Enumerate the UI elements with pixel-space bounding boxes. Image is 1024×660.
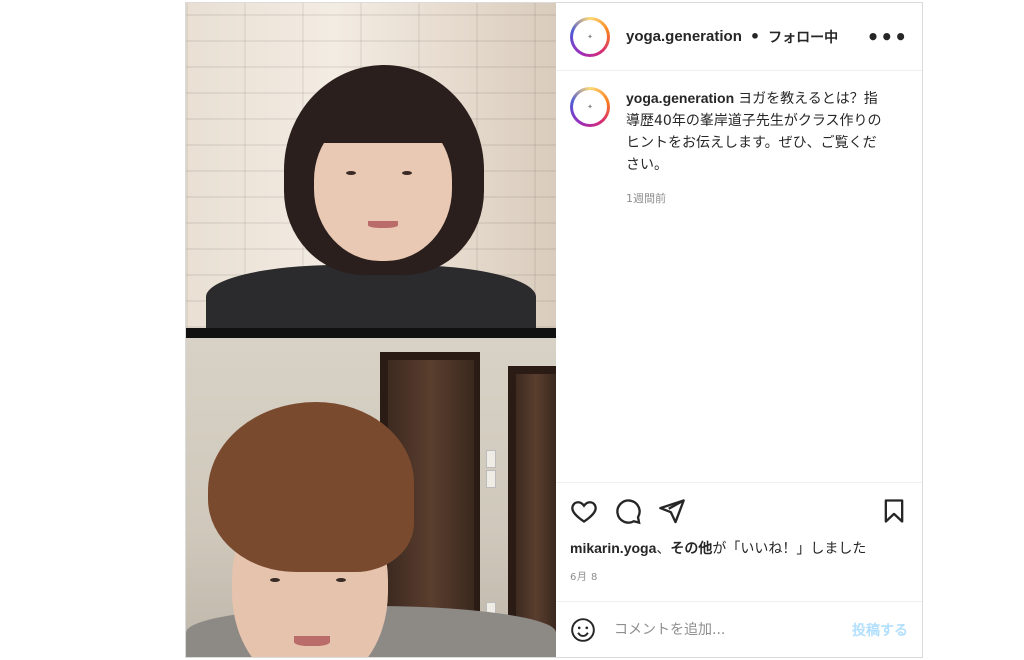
action-bar [556, 482, 922, 538]
comment-input[interactable] [612, 620, 852, 639]
post-media[interactable] [186, 3, 556, 657]
video-divider [186, 328, 556, 338]
comment-bar: 投稿する [556, 601, 922, 657]
video-pane-bottom [186, 338, 556, 657]
post-comment-button[interactable]: 投稿する [852, 620, 908, 640]
post-date[interactable]: 6月 8 [556, 558, 922, 583]
comment-icon[interactable] [614, 497, 642, 525]
post-sidebar: ✦ yoga.generation • フォロー中 ••• ✦ yoga.gen… [556, 3, 922, 657]
caption-username[interactable]: yoga.generation [626, 90, 734, 106]
heart-icon[interactable] [570, 497, 598, 525]
bookmark-icon[interactable] [880, 497, 908, 525]
caption-avatar[interactable]: ✦ [570, 87, 610, 127]
share-icon[interactable] [658, 497, 686, 525]
liked-by-user[interactable]: mikarin.yoga [570, 540, 656, 556]
caption-timestamp[interactable]: 1週間前 [626, 190, 886, 206]
caption-text: yoga.generation ヨガを教えるとは？指導歴40年の峯岸道子先生がクラ… [626, 87, 886, 176]
likes-summary: mikarin.yoga、その他が「いいね！」しました [556, 538, 922, 558]
header-separator: • [749, 27, 761, 46]
avatar-logo: ✦ [573, 90, 607, 124]
caption-body: yoga.generation ヨガを教えるとは？指導歴40年の峯岸道子先生がクラ… [626, 87, 886, 206]
post-header: ✦ yoga.generation • フォロー中 ••• [556, 3, 922, 71]
liked-by-others-link[interactable]: その他 [670, 540, 712, 556]
avatar-logo: ✦ [573, 19, 607, 54]
profile-avatar[interactable]: ✦ [570, 16, 610, 57]
video-pane-top [186, 3, 556, 328]
caption-section: ✦ yoga.generation ヨガを教えるとは？指導歴40年の峯岸道子先生が… [556, 71, 922, 482]
likes-comma: 、 [656, 541, 671, 557]
emoji-icon[interactable] [570, 617, 596, 643]
instagram-post: ✦ yoga.generation • フォロー中 ••• ✦ yoga.gen… [185, 2, 923, 658]
header-username[interactable]: yoga.generation [626, 28, 742, 45]
likes-suffix: が「いいね！」しました [712, 541, 867, 557]
follow-status-button[interactable]: フォロー中 [768, 27, 838, 47]
more-options-icon[interactable]: ••• [867, 25, 908, 49]
